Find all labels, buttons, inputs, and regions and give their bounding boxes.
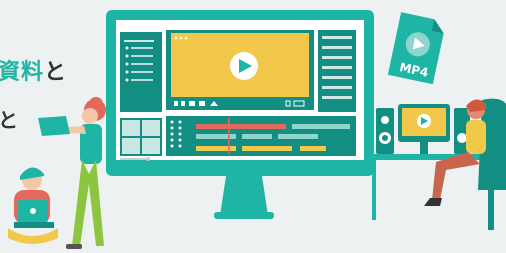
editor-thumbnails — [120, 118, 162, 156]
editor-right-panel — [318, 30, 356, 112]
video-file-icon: MP4 — [387, 12, 444, 85]
person-with-laptop-illustration — [8, 167, 58, 244]
illustration: MP4 — [8, 10, 506, 249]
editor-timeline — [166, 116, 356, 156]
editor-left-panel — [120, 32, 162, 112]
editor-preview — [166, 30, 314, 110]
